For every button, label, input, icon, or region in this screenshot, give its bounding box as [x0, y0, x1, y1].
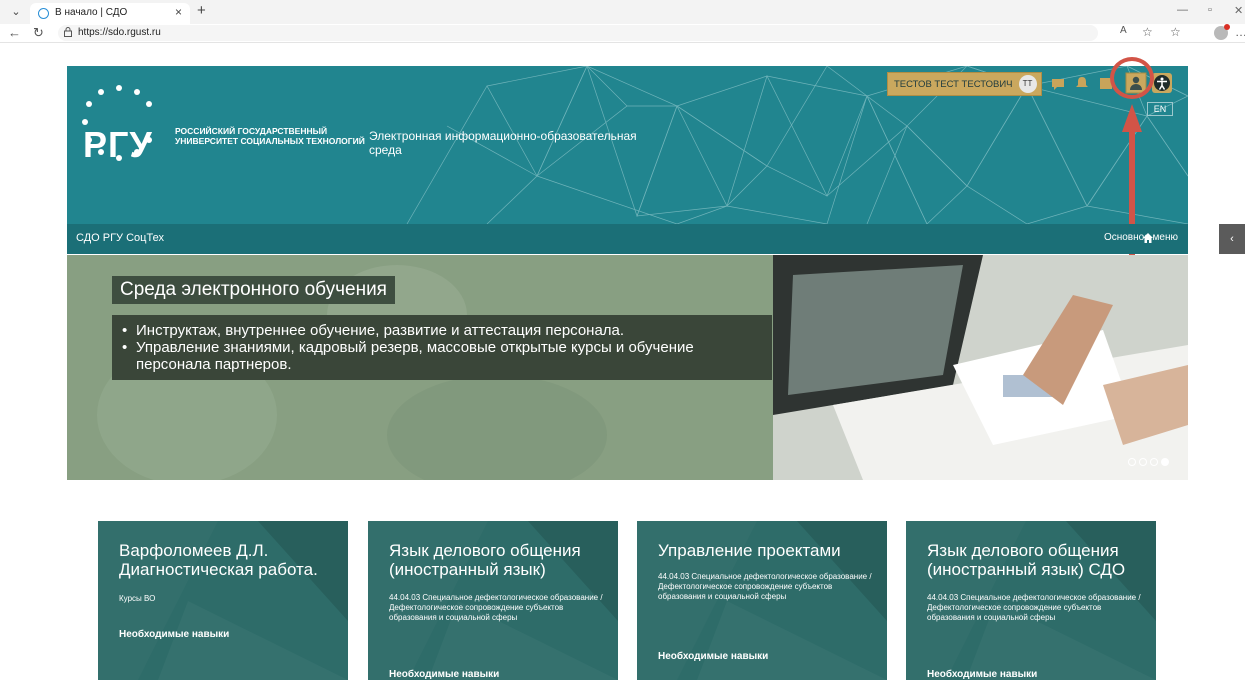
url-field[interactable]: https://sdo.rgust.ru	[58, 25, 1098, 41]
card-category: 44.04.03 Специальное дефектологическое о…	[389, 593, 603, 622]
messages-icon[interactable]	[1049, 74, 1067, 92]
maximize-icon[interactable]: ▫	[1208, 4, 1212, 16]
user-name: ТЕСТОВ ТЕСТ ТЕСТОВИЧ	[894, 78, 1013, 90]
back-icon[interactable]: ←	[8, 25, 21, 40]
notifications-icon[interactable]	[1073, 74, 1091, 92]
card-title[interactable]: Язык делового общения (иностранный язык)…	[927, 541, 1142, 579]
new-tab-icon[interactable]: +	[197, 2, 206, 19]
carousel-banner: Среда электронного обучения Инструктаж, …	[67, 255, 1188, 480]
card-category: Курсы ВО	[119, 594, 156, 603]
course-card[interactable]: Язык делового общения (иностранный язык)…	[368, 521, 618, 680]
card-skills: Необходимые навыки	[389, 669, 500, 680]
profile-icon[interactable]	[1214, 24, 1230, 40]
favorite-icon[interactable]: ☆	[1142, 25, 1153, 39]
slide-bullet: Управление знаниями, кадровый резерв, ма…	[122, 339, 762, 373]
close-window-icon[interactable]: ✕	[1234, 4, 1243, 17]
tab-close-icon[interactable]: ×	[175, 5, 182, 19]
read-aloud-icon[interactable]: A	[1120, 25, 1127, 36]
course-card[interactable]: Язык делового общения (иностранный язык)…	[906, 521, 1156, 680]
card-skills: Необходимые навыки	[658, 651, 769, 662]
carousel-dot[interactable]	[1150, 458, 1158, 466]
university-name: РОССИЙСКИЙ ГОСУДАРСТВЕННЫЙ УНИВЕРСИТЕТ С…	[175, 126, 365, 146]
favorites-bar-icon[interactable]: ☆	[1170, 25, 1181, 39]
banner-photo	[773, 255, 1188, 480]
drawer-toggle-chevron-left-icon[interactable]: ‹	[1219, 224, 1245, 254]
card-category: 44.04.03 Специальное дефектологическое о…	[658, 572, 872, 601]
slide-title: Среда электронного обучения	[112, 276, 395, 304]
avatar: ТТ	[1018, 75, 1037, 93]
reload-icon[interactable]: ↻	[33, 25, 44, 41]
slide-bullet: Инструктаж, внутреннее обучение, развити…	[122, 322, 762, 339]
tab-list-chevron-icon[interactable]: ⌄	[8, 4, 24, 20]
accessibility-icon[interactable]	[1151, 72, 1173, 94]
site-header: РГУ РОССИЙСКИЙ ГОСУДАРСТВЕННЫЙ УНИВЕРСИТ…	[67, 66, 1188, 224]
carousel-dot[interactable]	[1128, 458, 1136, 466]
browser-tabbar: ⌄ В начало | СДО × + — ▫ ✕	[0, 0, 1245, 24]
card-title[interactable]: Управление проектами	[658, 541, 873, 560]
user-menu[interactable]: ТЕСТОВ ТЕСТ ТЕСТОВИЧ ТТ	[887, 72, 1042, 96]
lock-icon	[64, 27, 72, 37]
minimize-icon[interactable]: —	[1177, 4, 1188, 16]
tab-title: В начало | СДО	[55, 7, 128, 18]
card-title[interactable]: Язык делового общения (иностранный язык)	[389, 541, 604, 579]
course-card[interactable]: Варфоломеев Д.Л. Диагностическая работа.…	[98, 521, 348, 680]
browser-tab[interactable]: В начало | СДО ×	[30, 3, 190, 24]
carousel-dot[interactable]	[1139, 458, 1147, 466]
url-text: https://sdo.rgust.ru	[78, 27, 161, 38]
card-title[interactable]: Варфоломеев Д.Л. Диагностическая работа.	[119, 541, 334, 579]
banner-photo-art	[773, 255, 1188, 480]
card-skills: Необходимые навыки	[119, 629, 230, 640]
annotation-circle	[1110, 57, 1154, 99]
more-menu-icon[interactable]: …	[1235, 25, 1245, 39]
address-bar: ← ↻ https://sdo.rgust.ru A ☆ ☆ …	[0, 24, 1245, 43]
main-menu-link[interactable]: Основное меню	[1104, 232, 1178, 243]
favicon-icon	[38, 8, 49, 19]
slide-text-box: Инструктаж, внутреннее обучение, развити…	[112, 315, 772, 380]
language-switch[interactable]: EN	[1147, 102, 1173, 116]
navbar: СДО РГУ СоцТех Основное меню	[67, 224, 1188, 254]
site-description: Электронная информационно-образовательна…	[369, 129, 637, 157]
course-card[interactable]: Управление проектами 44.04.03 Специально…	[637, 521, 887, 680]
logo[interactable]: РГУ	[83, 124, 153, 166]
card-skills: Необходимые навыки	[927, 669, 1038, 680]
site-home-link[interactable]: СДО РГУ СоцТех	[76, 232, 164, 244]
card-category: 44.04.03 Специальное дефектологическое о…	[927, 593, 1141, 622]
carousel-dot-active[interactable]	[1161, 458, 1169, 466]
carousel-indicators	[1128, 458, 1169, 466]
